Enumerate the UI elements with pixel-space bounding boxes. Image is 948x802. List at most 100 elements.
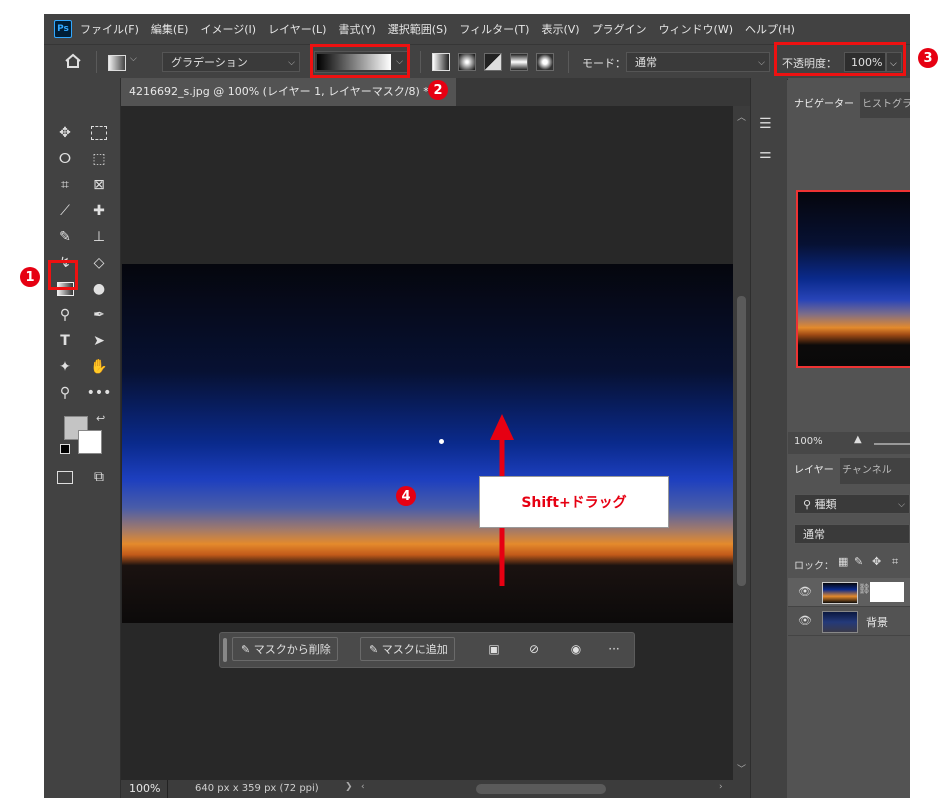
brush-settings-icon[interactable]: ☰ bbox=[759, 116, 772, 132]
menu-type[interactable]: 書式(Y) bbox=[338, 21, 375, 37]
chevron-down-icon[interactable]: ⌵ bbox=[130, 54, 137, 64]
lock-transparent-icon[interactable]: ▦ bbox=[838, 555, 848, 568]
tab-navigator[interactable]: ナビゲーター bbox=[788, 92, 860, 118]
screen-mode-icon[interactable]: ⧉ bbox=[88, 466, 110, 488]
tab-histogram[interactable]: ヒストグラム bbox=[856, 92, 910, 118]
clone-stamp-tool-icon[interactable]: ⊥ bbox=[88, 226, 110, 248]
object-select-tool-icon[interactable]: ⬚ bbox=[88, 148, 110, 170]
menu-filter[interactable]: フィルター(T) bbox=[459, 21, 529, 37]
subtract-from-mask-button[interactable]: ✎ マスクから削除 bbox=[232, 637, 338, 661]
zoom-level[interactable]: 100% bbox=[129, 782, 160, 795]
pen-tool-icon[interactable]: ✒ bbox=[88, 304, 110, 326]
blur-tool-icon[interactable]: ● bbox=[88, 278, 110, 300]
photoshop-logo: Ps bbox=[54, 20, 72, 38]
type-tool-icon[interactable]: T bbox=[54, 330, 76, 352]
path-selection-tool-icon[interactable]: ➤ bbox=[88, 330, 110, 352]
quick-mask-icon[interactable] bbox=[54, 466, 76, 488]
add-to-mask-button[interactable]: ✎ マスクに追加 bbox=[360, 637, 455, 661]
angle-gradient-button[interactable] bbox=[484, 53, 502, 71]
eye-icon[interactable]: 👁 bbox=[798, 614, 812, 627]
lock-paint-icon[interactable]: ✎ bbox=[854, 555, 863, 568]
radial-gradient-button[interactable] bbox=[458, 53, 476, 71]
frame-tool-icon[interactable]: ⊠ bbox=[88, 174, 110, 196]
layer-filter-dropdown[interactable]: ⚲ 種類 ⌵ bbox=[794, 494, 910, 514]
brush-tool-icon[interactable]: ✎ bbox=[54, 226, 76, 248]
chevron-down-icon: ⌵ bbox=[288, 58, 295, 68]
menu-layer[interactable]: レイヤー(L) bbox=[268, 21, 326, 37]
eye-icon[interactable]: 👁 bbox=[798, 585, 812, 598]
mode-value: 通常 bbox=[635, 56, 657, 69]
tab-layers[interactable]: レイヤー bbox=[788, 458, 840, 484]
vertical-scrollbar[interactable]: ︿ ﹀ bbox=[733, 106, 750, 780]
gradient-tool-preset-icon[interactable] bbox=[108, 55, 126, 71]
sunset-photo[interactable] bbox=[122, 264, 733, 623]
dodge-tool-icon[interactable]: ⚲ bbox=[54, 304, 76, 326]
hand-tool-icon[interactable]: ✋ bbox=[88, 356, 110, 378]
scroll-up-icon[interactable]: ︿ bbox=[737, 110, 746, 123]
more-options-icon[interactable]: ··· bbox=[606, 641, 622, 657]
mode-dropdown[interactable]: 通常 ⌵ bbox=[626, 52, 770, 72]
menu-select[interactable]: 選択範囲(S) bbox=[388, 21, 448, 37]
brush-minus-icon: ✎ bbox=[241, 643, 254, 656]
mask-settings-icon[interactable]: ▣ bbox=[486, 641, 502, 657]
blend-mode-dropdown[interactable]: 通常 bbox=[794, 524, 910, 544]
menu-bar: Ps ファイル(F) 編集(E) イメージ(I) レイヤー(L) 書式(Y) 選… bbox=[44, 14, 910, 44]
photoshop-window: Ps ファイル(F) 編集(E) イメージ(I) レイヤー(L) 書式(Y) 選… bbox=[44, 14, 910, 798]
zoom-out-icon[interactable]: ▲ bbox=[854, 434, 862, 445]
lasso-tool-icon[interactable]: ⵔ bbox=[54, 148, 76, 170]
eyedropper-tool-icon[interactable]: ⟋ bbox=[54, 200, 76, 222]
drag-instruction-callout: Shift+ドラッグ bbox=[479, 476, 669, 528]
document-tab[interactable]: 4216692_s.jpg @ 100% (レイヤー 1, レイヤーマスク/8)… bbox=[121, 78, 456, 106]
zoom-tool-icon[interactable]: ⚲ bbox=[54, 382, 76, 404]
marquee-tool-icon[interactable] bbox=[88, 122, 110, 144]
vertical-scroll-thumb[interactable] bbox=[737, 296, 746, 586]
tab-channels[interactable]: チャンネル bbox=[836, 458, 898, 484]
menu-window[interactable]: ウィンドウ(W) bbox=[659, 21, 733, 37]
scroll-left-icon[interactable]: ‹ bbox=[361, 782, 365, 792]
document-tab-title: 4216692_s.jpg @ 100% (レイヤー 1, レイヤーマスク/8)… bbox=[129, 85, 429, 98]
shape-tool-icon[interactable]: ✦ bbox=[54, 356, 76, 378]
linear-gradient-button[interactable] bbox=[432, 53, 450, 71]
canvas-area[interactable]: ✎ マスクから削除 ✎ マスクに追加 ▣ ⊘ ◉ ··· bbox=[121, 106, 733, 780]
disable-mask-icon[interactable]: ⊘ bbox=[526, 641, 542, 657]
home-icon[interactable] bbox=[64, 53, 84, 71]
move-tool-icon[interactable]: ✥ bbox=[54, 122, 76, 144]
default-colors-icon[interactable] bbox=[60, 444, 70, 454]
background-layer-name: 背景 bbox=[866, 616, 888, 629]
step-4-badge: 4 bbox=[396, 486, 416, 506]
layer-mask-thumbnail[interactable] bbox=[870, 582, 904, 602]
navigator-zoom-slider[interactable] bbox=[874, 443, 910, 445]
crop-tool-icon[interactable]: ⌗ bbox=[54, 174, 76, 196]
menu-plugins[interactable]: プラグイン bbox=[592, 21, 647, 37]
layer-row-background[interactable]: 👁 背景 bbox=[788, 607, 910, 636]
reflected-gradient-button[interactable] bbox=[510, 53, 528, 71]
menu-image[interactable]: イメージ(I) bbox=[200, 21, 256, 37]
navigator-zoom[interactable]: 100% bbox=[794, 436, 823, 447]
background-color-swatch[interactable] bbox=[78, 430, 102, 454]
mode-label: モード： bbox=[582, 57, 626, 70]
drag-handle[interactable] bbox=[223, 638, 227, 662]
highlight-gradient-picker bbox=[310, 44, 410, 78]
menu-view[interactable]: 表示(V) bbox=[541, 21, 579, 37]
menu-edit[interactable]: 編集(E) bbox=[151, 21, 189, 37]
scroll-right-icon[interactable]: › bbox=[719, 782, 723, 792]
menu-help[interactable]: ヘルプ(H) bbox=[745, 21, 795, 37]
menu-file[interactable]: ファイル(F) bbox=[80, 21, 139, 37]
swap-colors-icon[interactable]: ↩ bbox=[96, 412, 105, 425]
adjustments-icon[interactable]: ⚌ bbox=[759, 146, 772, 162]
background-layer-thumbnail bbox=[822, 611, 858, 633]
layer-row-layer-1[interactable]: 👁 ⛓ bbox=[788, 578, 910, 607]
link-icon[interactable]: ⛓ bbox=[858, 584, 871, 595]
horizontal-scroll-thumb[interactable] bbox=[476, 784, 606, 794]
status-menu-icon[interactable]: ❯ bbox=[345, 782, 353, 792]
layer-1-thumbnail bbox=[822, 582, 858, 604]
mask-view-icon[interactable]: ◉ bbox=[568, 641, 584, 657]
healing-brush-tool-icon[interactable]: ✚ bbox=[88, 200, 110, 222]
gradient-preset-dropdown[interactable]: グラデーション ⌵ bbox=[162, 52, 300, 72]
lock-artboard-icon[interactable]: ⌗ bbox=[892, 555, 898, 569]
scroll-down-icon[interactable]: ﹀ bbox=[737, 762, 746, 775]
more-tools-icon[interactable]: ••• bbox=[87, 382, 112, 404]
diamond-gradient-button[interactable] bbox=[536, 53, 554, 71]
eraser-tool-icon[interactable]: ◇ bbox=[88, 252, 110, 274]
lock-position-icon[interactable]: ✥ bbox=[872, 555, 881, 568]
